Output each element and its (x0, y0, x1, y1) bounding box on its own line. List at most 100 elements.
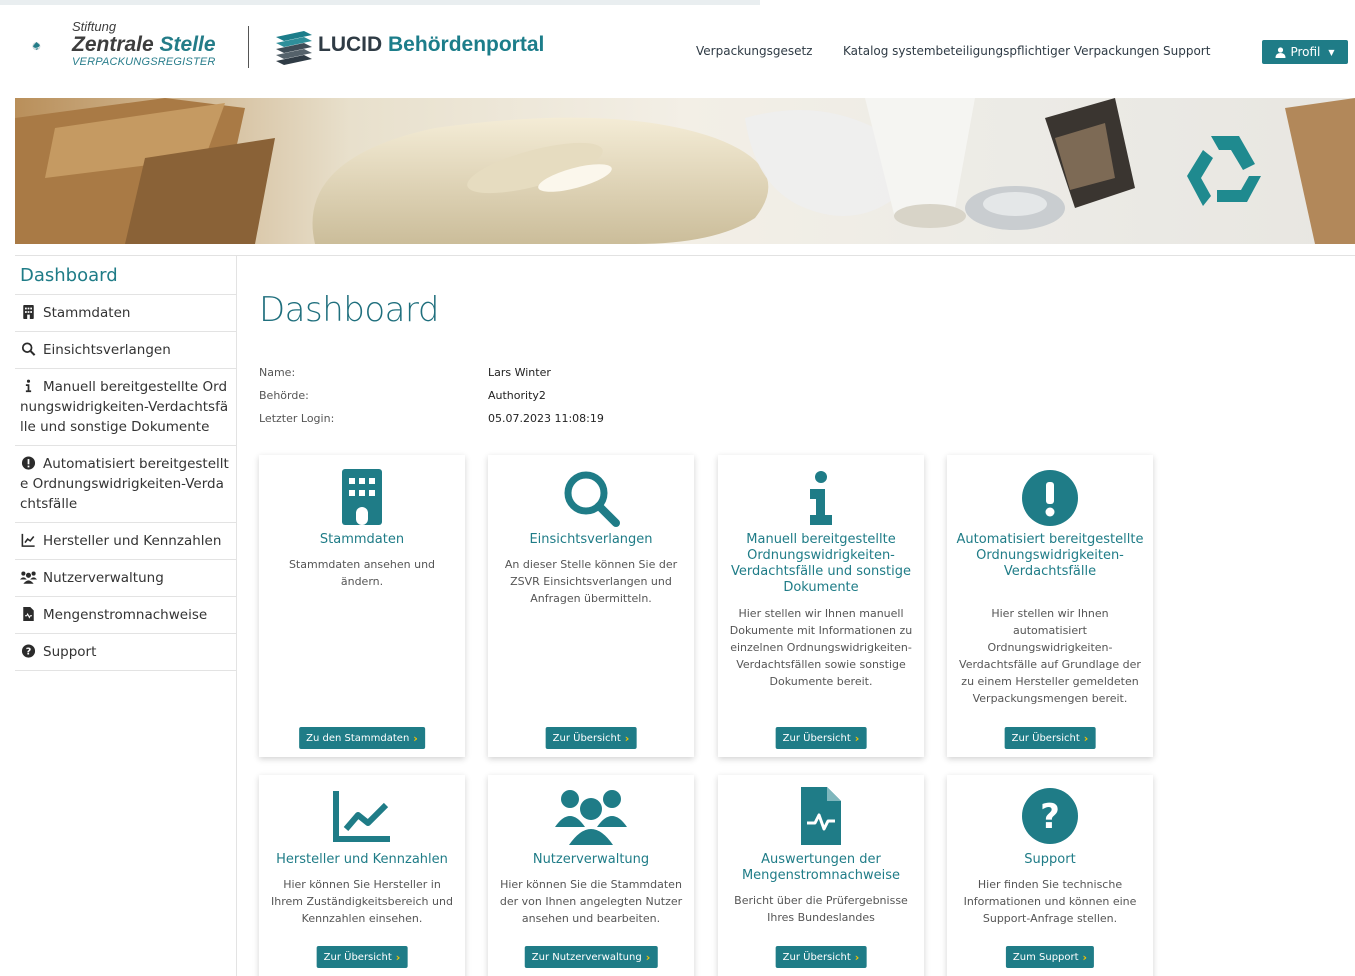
nav-link-verpackungsgesetz[interactable]: Verpackungsgesetz (696, 44, 812, 58)
card-title: Manuell bereitgestellte Ordnungswidrigke… (731, 532, 911, 595)
card-text: An dieser Stelle können Sie der ZSVR Ein… (504, 558, 678, 605)
card-button-label: Zur Nutzerverwaltung (531, 951, 642, 963)
card-mengenstrom: Auswertungen der Mengenstromnachweise Be… (718, 775, 924, 976)
card-button-label: Zur Übersicht (323, 951, 392, 963)
card-automatisiert: Automatisiert bereitgestellte Ordnungswi… (947, 455, 1153, 757)
chevron-right-icon: › (413, 731, 418, 745)
hero-separator (15, 244, 1355, 256)
zsvr-line3: VERPACKUNGSREGISTER (72, 56, 216, 68)
card-title: Support (1024, 852, 1076, 867)
chevron-right-icon: › (624, 731, 630, 745)
chevron-right-icon: › (645, 950, 651, 964)
user-icon (1275, 46, 1286, 58)
exclamation-circle-icon (1022, 470, 1078, 526)
question-circle-icon: ? (1022, 788, 1078, 844)
header: Stiftung Zentrale Stelle VERPACKUNGSREGI… (0, 0, 1355, 98)
card-button-automatisiert[interactable]: Zur Übersicht › (1004, 727, 1096, 749)
exclamation-circle-icon (21, 456, 36, 470)
card-text: Bericht über die Prüfergebnisse Ihres Bu… (734, 894, 908, 924)
sidebar-item-label: Manuell bereitgestellte Ordnungswidrigke… (20, 379, 229, 435)
sidebar-item-label: Mengenstromnachweise (43, 607, 208, 623)
sidebar-item-hersteller[interactable]: Hersteller und Kennzahlen (15, 523, 236, 560)
card-title: Auswertungen der Mengenstromnachweise (741, 852, 901, 883)
chevron-right-icon: › (1082, 950, 1088, 964)
info-login-label: Letzter Login: (259, 412, 335, 425)
card-title: Hersteller und Kennzahlen (276, 852, 448, 867)
card-button-nutzerverwaltung[interactable]: Zur Nutzerverwaltung › (524, 946, 658, 968)
card-text: Hier finden Sie technische Informationen… (963, 878, 1137, 925)
file-waveform-icon (801, 787, 841, 845)
card-hersteller: Hersteller und Kennzahlen Hier können Si… (259, 775, 465, 976)
chevron-right-icon: › (854, 731, 860, 745)
zsvr-line2b: Stelle (159, 33, 216, 56)
card-button-support[interactable]: Zum Support › (1005, 946, 1095, 968)
zsvr-line2a: Zentrale (72, 33, 154, 56)
card-title: Automatisiert bereitgestellte Ordnungswi… (956, 532, 1144, 579)
card-button-mengenstrom[interactable]: Zur Übersicht › (775, 946, 867, 968)
sidebar-item-stammdaten[interactable]: Stammdaten (15, 295, 236, 332)
card-text: Hier können Sie Hersteller in Ihrem Zust… (271, 878, 453, 925)
chart-line-icon (333, 791, 390, 842)
file-waveform-icon (23, 607, 34, 621)
sidebar-item-mengenstromnachweise[interactable]: Mengenstromnachweise (15, 597, 236, 634)
card-nutzerverwaltung: Nutzerverwaltung Hier können Sie die Sta… (488, 775, 694, 976)
lucid-title-part2: Behördenportal (388, 33, 545, 56)
lucid-title-part1: LUCID (318, 33, 383, 56)
card-button-label: Zum Support (1012, 951, 1079, 963)
card-text: Hier stellen wir Ihnen manuell Dokumente… (729, 607, 913, 688)
lucid-logo-icon[interactable] (274, 27, 314, 65)
info-name-value: Lars Winter (488, 366, 551, 379)
page-title: Dashboard (259, 290, 439, 330)
info-icon (25, 379, 32, 393)
card-manuell: Manuell bereitgestellte Ordnungswidrigke… (718, 455, 924, 757)
card-button-label: Zur Übersicht (782, 732, 851, 744)
sidebar-item-label: Automatisiert bereitgestellte Ordnungswi… (20, 456, 229, 512)
hero-banner (15, 98, 1355, 244)
sidebar-item-automatisiert[interactable]: Automatisiert bereitgestellte Ordnungswi… (15, 446, 236, 523)
search-icon (21, 342, 36, 356)
card-title: Stammdaten (319, 532, 405, 547)
card-button-hersteller[interactable]: Zur Übersicht › (316, 946, 408, 968)
chevron-right-icon: › (854, 950, 860, 964)
packaging-banner-image (15, 98, 1355, 244)
question-circle-icon: ? (21, 644, 36, 658)
caret-down-icon: ▼ (1328, 47, 1335, 57)
sidebar-item-nutzerverwaltung[interactable]: Nutzerverwaltung (15, 560, 236, 597)
sidebar-title[interactable]: Dashboard (15, 256, 236, 295)
svg-text:?: ? (1040, 797, 1060, 837)
card-button-label: Zur Übersicht (552, 732, 621, 744)
profile-dropdown-button[interactable]: Profil ▼ (1262, 40, 1348, 64)
building-icon (23, 305, 34, 319)
info-name-label: Name: (259, 366, 296, 379)
nav-link-support[interactable]: Support (1163, 44, 1210, 58)
info-authority-label: Behörde: (259, 389, 309, 402)
sidebar-item-support[interactable]: ? Support (15, 634, 236, 671)
card-button-label: Zur Übersicht (1011, 732, 1080, 744)
info-authority-value: Authority2 (488, 389, 546, 402)
header-topline (0, 0, 760, 5)
card-title: Einsichtsverlangen (529, 532, 653, 547)
chevron-right-icon: › (395, 950, 401, 964)
card-button-manuell[interactable]: Zur Übersicht › (775, 727, 867, 749)
card-button-einsichtsverlangen[interactable]: Zur Übersicht › (545, 727, 637, 749)
sidebar-item-label: Stammdaten (43, 305, 131, 321)
card-einsichtsverlangen: Einsichtsverlangen An dieser Stelle könn… (488, 455, 694, 757)
search-icon (564, 471, 620, 527)
zsvr-logo-icon[interactable] (32, 20, 76, 72)
building-icon (342, 469, 382, 525)
card-title: Nutzerverwaltung (532, 852, 650, 867)
users-icon (20, 571, 37, 584)
sidebar-item-einsichtsverlangen[interactable]: Einsichtsverlangen (15, 332, 236, 369)
svg-text:?: ? (26, 647, 32, 658)
card-stammdaten: Stammdaten Stammdaten ansehen und ändern… (259, 455, 465, 757)
sidebar-item-manuell[interactable]: Manuell bereitgestellte Ordnungswidrigke… (15, 369, 236, 446)
card-button-label: Zur Übersicht (782, 951, 851, 963)
nav-link-katalog[interactable]: Katalog systembeteiligungspflichtiger Ve… (843, 44, 1159, 58)
chart-line-icon (21, 533, 35, 547)
users-icon (555, 790, 627, 845)
card-button-stammdaten[interactable]: Zu den Stammdaten › (299, 727, 425, 749)
sidebar-item-label: Support (43, 644, 97, 660)
zsvr-logo-text[interactable]: Stiftung Zentrale Stelle VERPACKUNGSREGI… (72, 20, 216, 69)
chevron-right-icon: › (1083, 731, 1089, 745)
lucid-title[interactable]: LUCID Behördenportal (318, 32, 544, 58)
